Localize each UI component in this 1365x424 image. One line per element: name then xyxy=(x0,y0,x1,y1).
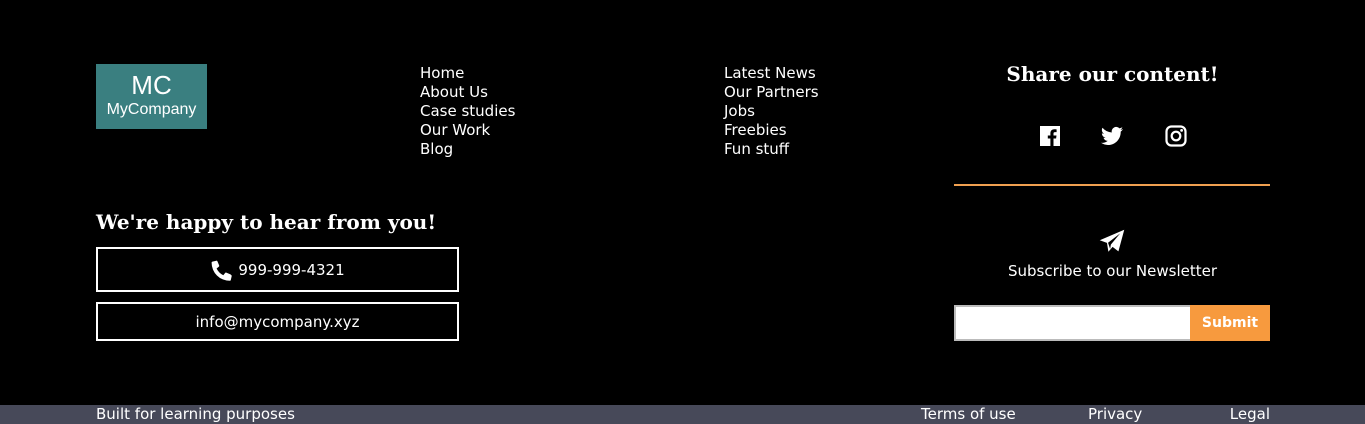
twitter-icon[interactable] xyxy=(1100,124,1124,148)
newsletter-text: Subscribe to our Newsletter xyxy=(1008,262,1217,280)
primary-nav: Home About Us Case studies Our Work Blog xyxy=(420,64,515,159)
nav-link-latest-news[interactable]: Latest News xyxy=(724,64,816,82)
logo-initials: MC xyxy=(131,70,172,100)
footer-bottom-bar: Built for learning purposes Terms of use… xyxy=(0,405,1365,424)
nav-link-blog[interactable]: Blog xyxy=(420,140,453,158)
company-logo[interactable]: MC MyCompany xyxy=(96,64,207,129)
email-link[interactable]: info@mycompany.xyz xyxy=(96,302,459,341)
facebook-icon[interactable] xyxy=(1038,124,1062,148)
terms-of-use-link[interactable]: Terms of use xyxy=(921,405,1016,424)
nav-link-freebies[interactable]: Freebies xyxy=(724,121,787,139)
phone-icon xyxy=(211,260,233,281)
nav-link-about-us[interactable]: About Us xyxy=(420,83,488,101)
share-divider xyxy=(954,184,1270,186)
phone-number: 999-999-4321 xyxy=(238,260,345,279)
contact-title: We're happy to hear from you! xyxy=(96,210,437,234)
nav-link-case-studies[interactable]: Case studies xyxy=(420,102,515,120)
share-title: Share our content! xyxy=(1006,62,1219,86)
newsletter-submit-button[interactable]: Submit xyxy=(1190,305,1270,341)
nav-link-home[interactable]: Home xyxy=(420,64,464,82)
phone-link[interactable]: 999-999-4321 xyxy=(96,247,459,292)
privacy-link[interactable]: Privacy xyxy=(1088,405,1142,424)
logo-name: MyCompany xyxy=(106,101,197,118)
secondary-nav: Latest News Our Partners Jobs Freebies F… xyxy=(724,64,819,159)
paper-plane-icon xyxy=(1099,229,1125,252)
nav-link-our-partners[interactable]: Our Partners xyxy=(724,83,819,101)
newsletter-email-input[interactable] xyxy=(954,305,1192,341)
email-address: info@mycompany.xyz xyxy=(195,312,360,331)
instagram-icon[interactable] xyxy=(1164,124,1188,148)
nav-link-our-work[interactable]: Our Work xyxy=(420,121,490,139)
legal-link[interactable]: Legal xyxy=(1230,405,1270,424)
built-for-text: Built for learning purposes xyxy=(96,405,295,423)
nav-link-jobs[interactable]: Jobs xyxy=(724,102,755,120)
nav-link-fun-stuff[interactable]: Fun stuff xyxy=(724,140,789,158)
